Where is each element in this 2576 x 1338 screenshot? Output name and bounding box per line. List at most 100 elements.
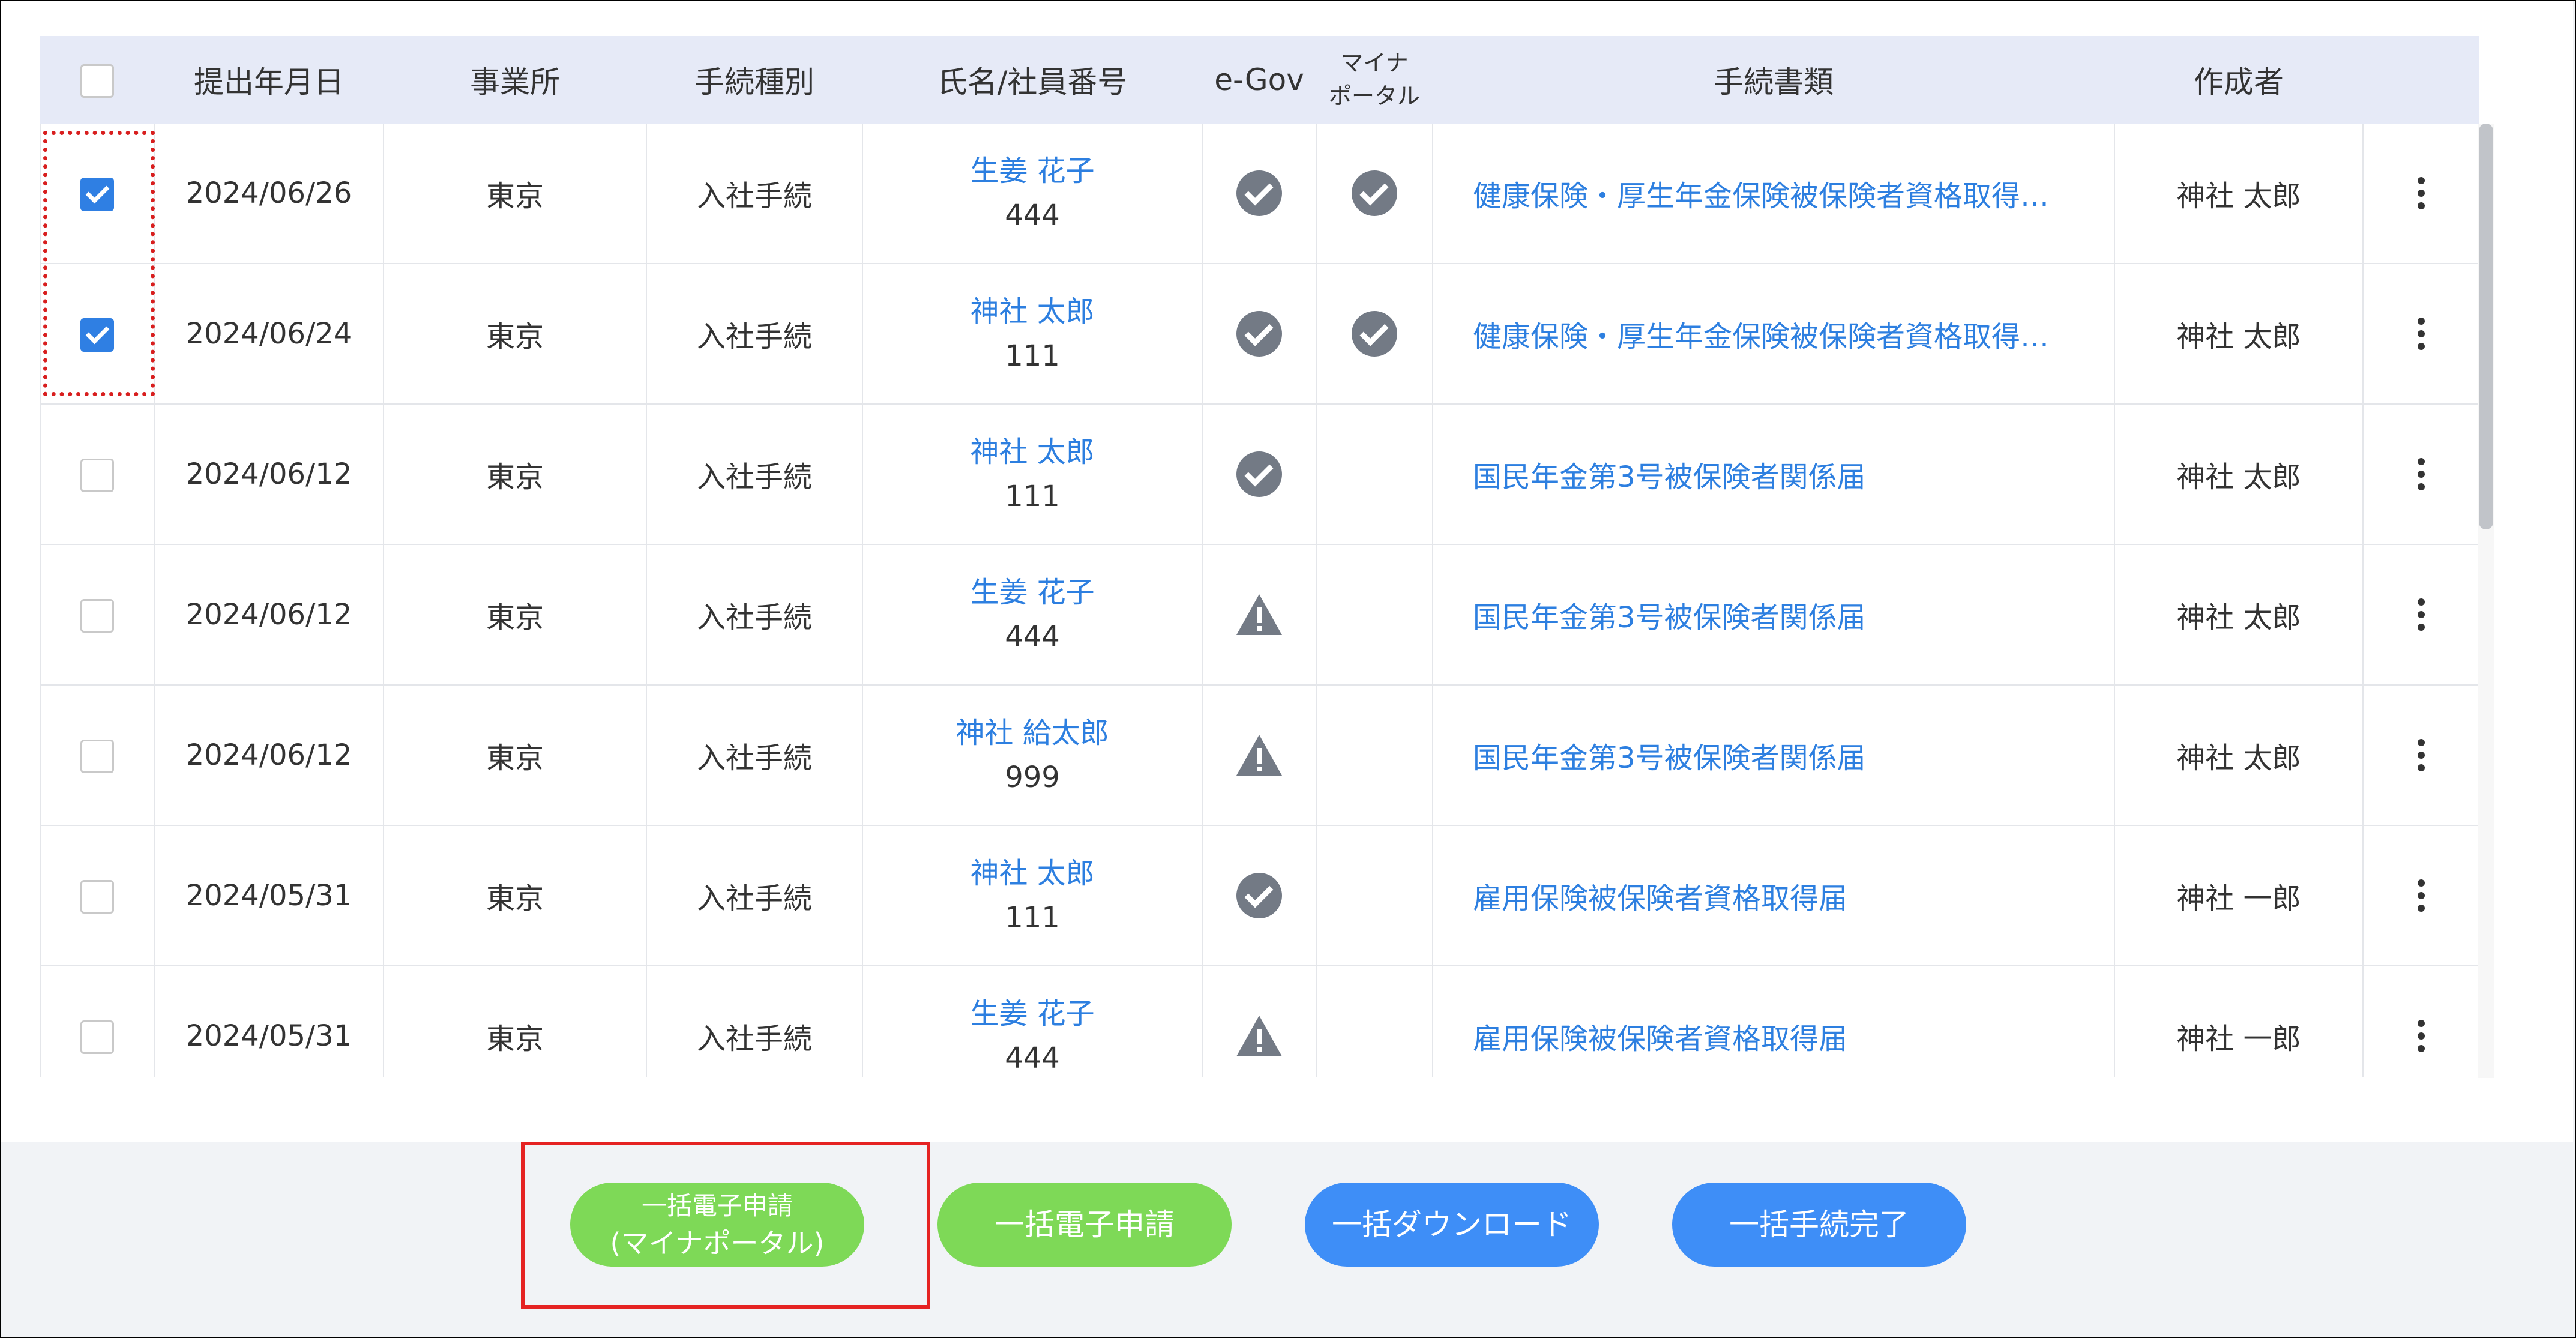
check-circle-icon <box>1352 311 1397 357</box>
header-name-id[interactable]: 氏名/社員番号 <box>862 36 1202 124</box>
check-circle-icon <box>1236 451 1282 497</box>
table-row[interactable]: 2024/06/12 東京 入社手続 神社 太郎 111 国民年金第3号被保険者関係届 神社… <box>40 404 2479 545</box>
employee-id: 111 <box>1005 339 1060 373</box>
bulk-download-button[interactable]: 一括ダウンロード <box>1305 1183 1599 1267</box>
bulk-e-application-label: 一括電子申請 <box>995 1207 1175 1242</box>
procedure-type-cell: 入社手続 <box>646 544 863 686</box>
document-link[interactable]: 健康保険・厚生年金保険被保険者資格取得… <box>1432 124 2115 264</box>
employee-name-link[interactable]: 神社 太郎 <box>970 857 1094 890</box>
warning-triangle-icon <box>1236 735 1282 776</box>
selected-rows-highlight <box>43 131 155 396</box>
row-select-cell[interactable] <box>40 404 155 545</box>
header-creator[interactable]: 作成者 <box>2114 36 2363 124</box>
header-actions <box>2363 36 2479 124</box>
row-checkbox[interactable] <box>80 598 114 633</box>
row-menu-cell[interactable] <box>2362 966 2479 1077</box>
row-menu-cell[interactable] <box>2362 264 2479 405</box>
header-office[interactable]: 事業所 <box>384 36 646 124</box>
header-egov[interactable]: e-Gov <box>1202 36 1316 124</box>
kebab-menu-icon[interactable] <box>2417 874 2425 917</box>
row-checkbox[interactable] <box>80 739 114 773</box>
date-cell: 2024/06/26 <box>154 124 384 264</box>
row-menu-cell[interactable] <box>2362 825 2479 966</box>
date-cell: 2024/06/12 <box>154 685 384 826</box>
mynaportal-status-cell <box>1316 264 1433 405</box>
document-link[interactable]: 国民年金第3号被保険者関係届 <box>1432 544 2115 686</box>
check-circle-icon <box>1352 170 1397 216</box>
bulk-e-application-button[interactable]: 一括電子申請 <box>937 1183 1232 1267</box>
creator-cell: 神社 太郎 <box>2114 544 2364 686</box>
kebab-menu-icon[interactable] <box>2417 593 2425 636</box>
header-date[interactable]: 提出年月日 <box>154 36 384 124</box>
table-row[interactable]: 2024/06/12 東京 入社手続 生姜 花子 444 国民年金第3号被保険者関係届 神社… <box>40 544 2479 686</box>
creator-cell: 神社 太郎 <box>2114 124 2364 264</box>
name-id-cell: 神社 太郎 111 <box>862 404 1203 545</box>
header-mynaportal[interactable]: マイナ ポータル <box>1316 36 1433 124</box>
egov-status-cell <box>1202 264 1317 405</box>
employee-name-link[interactable]: 神社 太郎 <box>970 295 1094 328</box>
name-id-cell: 生姜 花子 444 <box>862 966 1203 1077</box>
kebab-menu-icon[interactable] <box>2417 734 2425 777</box>
header-procedure-type[interactable]: 手続種別 <box>646 36 862 124</box>
employee-name-link[interactable]: 神社 太郎 <box>970 435 1094 469</box>
name-id-cell: 生姜 花子 444 <box>862 124 1203 264</box>
document-link[interactable]: 国民年金第3号被保険者関係届 <box>1432 404 2115 545</box>
row-menu-cell[interactable] <box>2362 685 2479 826</box>
name-id-cell: 神社 太郎 111 <box>862 264 1203 405</box>
table-row[interactable]: 2024/05/31 東京 入社手続 生姜 花子 444 雇用保険被保険者資格取得届 神社 … <box>40 966 2479 1077</box>
employee-id: 444 <box>1005 1041 1060 1075</box>
procedure-type-cell: 入社手続 <box>646 264 863 405</box>
employee-name-link[interactable]: 生姜 花子 <box>970 154 1094 188</box>
mynaportal-button-highlight <box>521 1142 930 1309</box>
date-cell: 2024/06/12 <box>154 544 384 686</box>
bulk-complete-button[interactable]: 一括手続完了 <box>1672 1183 1966 1267</box>
header-select-all[interactable] <box>40 36 154 124</box>
row-checkbox[interactable] <box>80 879 114 914</box>
row-select-cell[interactable] <box>40 825 155 966</box>
check-circle-icon <box>1236 873 1282 918</box>
employee-name-link[interactable]: 生姜 花子 <box>970 997 1094 1031</box>
name-id-cell: 神社 太郎 111 <box>862 825 1203 966</box>
header-mynaportal-line1: マイナ <box>1340 50 1409 76</box>
document-link[interactable]: 国民年金第3号被保険者関係届 <box>1432 685 2115 826</box>
date-cell: 2024/05/31 <box>154 966 384 1077</box>
row-select-cell[interactable] <box>40 544 155 686</box>
kebab-menu-icon[interactable] <box>2417 1014 2425 1058</box>
document-link[interactable]: 健康保険・厚生年金保険被保険者資格取得… <box>1432 264 2115 405</box>
employee-id: 999 <box>1005 761 1060 794</box>
egov-status-cell <box>1202 685 1317 826</box>
row-menu-cell[interactable] <box>2362 404 2479 545</box>
table-row[interactable]: 2024/06/26 東京 入社手続 生姜 花子 444 健康保険・厚生年金保険被保険者資… <box>40 124 2479 264</box>
egov-status-cell <box>1202 124 1317 264</box>
kebab-menu-icon[interactable] <box>2417 172 2425 215</box>
row-select-cell[interactable] <box>40 966 155 1077</box>
kebab-menu-icon[interactable] <box>2417 453 2425 496</box>
header-documents[interactable]: 手続書類 <box>1433 36 2114 124</box>
egov-status-cell <box>1202 825 1317 966</box>
kebab-menu-icon[interactable] <box>2417 312 2425 355</box>
row-checkbox[interactable] <box>80 458 114 492</box>
scrollbar-thumb[interactable] <box>2479 124 2493 529</box>
name-id-cell: 神社 給太郎 999 <box>862 685 1203 826</box>
date-cell: 2024/05/31 <box>154 825 384 966</box>
document-link[interactable]: 雇用保険被保険者資格取得届 <box>1432 966 2115 1077</box>
employee-name-link[interactable]: 生姜 花子 <box>970 576 1094 609</box>
mynaportal-status-cell <box>1316 685 1433 826</box>
row-menu-cell[interactable] <box>2362 544 2479 686</box>
table-row[interactable]: 2024/05/31 東京 入社手続 神社 太郎 111 雇用保険被保険者資格取得届 神社 … <box>40 825 2479 966</box>
creator-cell: 神社 太郎 <box>2114 404 2364 545</box>
row-checkbox[interactable] <box>80 1020 114 1054</box>
header-mynaportal-line2: ポータル <box>1328 83 1420 109</box>
bulk-complete-label: 一括手続完了 <box>1729 1207 1909 1242</box>
row-menu-cell[interactable] <box>2362 124 2479 264</box>
document-link[interactable]: 雇用保険被保険者資格取得届 <box>1432 825 2115 966</box>
employee-id: 111 <box>1005 901 1060 935</box>
procedure-type-cell: 入社手続 <box>646 404 863 545</box>
select-all-checkbox[interactable] <box>80 64 114 98</box>
employee-name-link[interactable]: 神社 給太郎 <box>955 716 1109 750</box>
row-select-cell[interactable] <box>40 685 155 826</box>
table-row[interactable]: 2024/06/12 東京 入社手続 神社 給太郎 999 国民年金第3号被保険者関係届神… <box>40 685 2479 826</box>
creator-cell: 神社 一郎 <box>2114 966 2364 1077</box>
office-cell: 東京 <box>383 264 647 405</box>
table-row[interactable]: 2024/06/24 東京 入社手続 神社 太郎 111 健康保険・厚生年金保険被保険者資… <box>40 264 2479 405</box>
